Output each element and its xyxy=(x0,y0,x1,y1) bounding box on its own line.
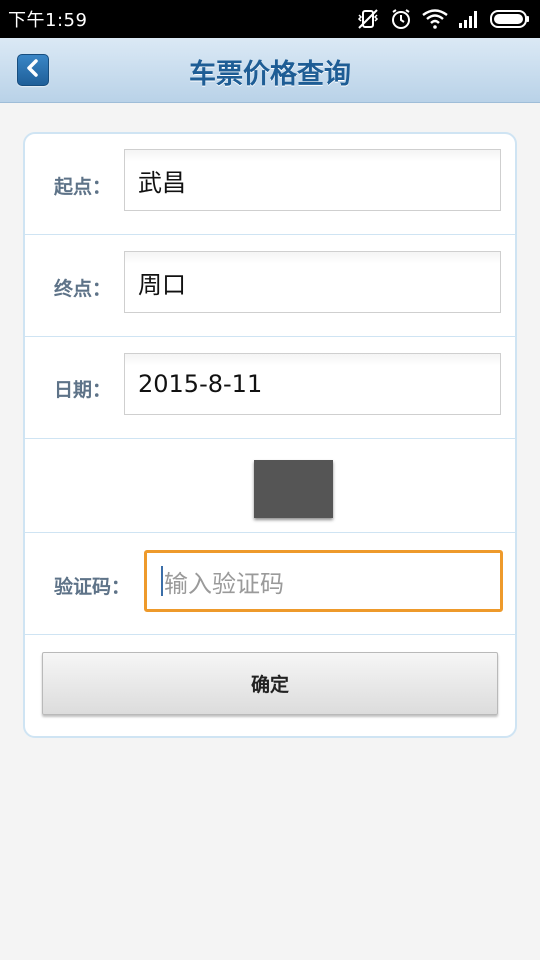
query-form: 起点： 武昌 终点： 周口 日期： 2015-8-11 验证码： 输入验证码 确… xyxy=(23,132,517,738)
status-icons xyxy=(356,8,530,30)
status-bar: 下午1:59 xyxy=(0,0,540,38)
vibrate-off-icon xyxy=(356,8,380,30)
title-bar: 车票价格查询 xyxy=(0,38,540,103)
captcha-image-row xyxy=(25,439,515,533)
date-row: 日期： 2015-8-11 xyxy=(25,337,515,439)
end-row: 终点： 周口 xyxy=(25,235,515,337)
text-cursor xyxy=(161,566,163,596)
page-title: 车票价格查询 xyxy=(189,59,351,90)
wifi-icon xyxy=(422,9,448,29)
captcha-label: 验证码： xyxy=(54,576,131,598)
end-field[interactable]: 周口 xyxy=(124,251,501,313)
signal-icon xyxy=(458,10,480,28)
confirm-button[interactable]: 确定 xyxy=(42,652,498,715)
date-label: 日期： xyxy=(54,379,112,401)
captcha-row: 验证码： 输入验证码 xyxy=(25,533,515,635)
alarm-icon xyxy=(390,8,412,30)
captcha-placeholder: 输入验证码 xyxy=(164,569,284,598)
captcha-input[interactable]: 输入验证码 xyxy=(144,550,503,612)
status-time: 下午1:59 xyxy=(8,10,88,31)
start-label: 起点： xyxy=(54,176,112,198)
end-label: 终点： xyxy=(54,278,112,300)
date-field[interactable]: 2015-8-11 xyxy=(124,353,501,415)
captcha-image[interactable] xyxy=(254,460,333,518)
start-field[interactable]: 武昌 xyxy=(124,149,501,211)
start-row: 起点： 武昌 xyxy=(25,134,515,235)
battery-icon xyxy=(490,10,530,28)
